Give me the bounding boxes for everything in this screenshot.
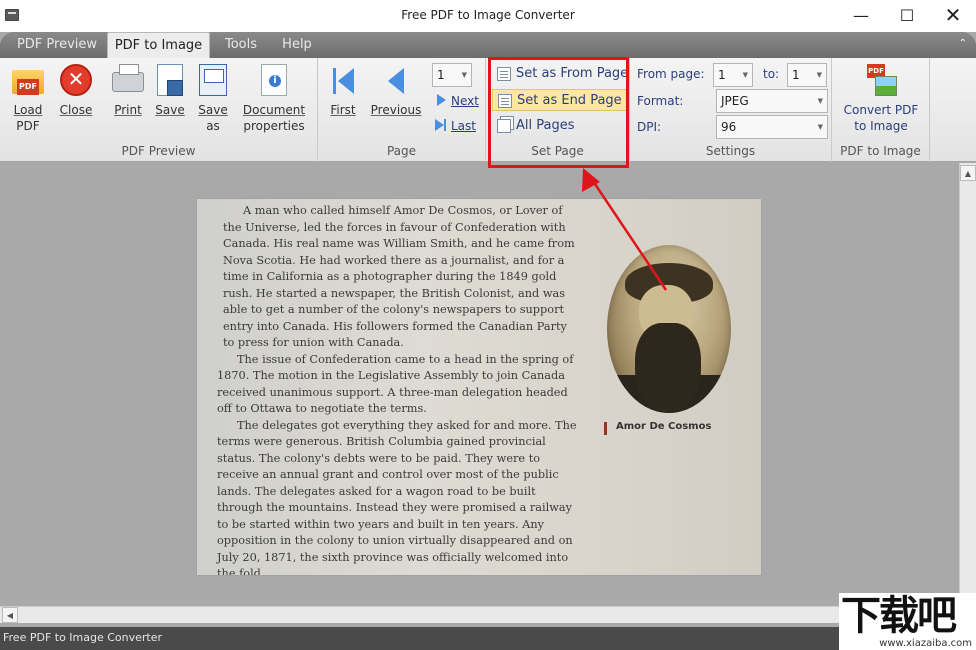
previous-page-icon: [380, 64, 412, 96]
to-page-select[interactable]: 1 ▼: [787, 63, 827, 87]
tab-pdf-to-image[interactable]: PDF to Image: [107, 32, 210, 58]
convert-pdf-to-image-button[interactable]: Convert PDF to Image: [838, 64, 924, 134]
group-pdf-preview: Load PDF ✕ Close Print Save Save as Docu…: [0, 58, 318, 162]
group-settings: From page: 1 ▼ to: 1 ▼ Format: JPEG ▼ DP…: [630, 58, 832, 162]
horizontal-scrollbar[interactable]: ◀: [0, 606, 959, 623]
last-page-icon: [434, 118, 448, 132]
document-info-icon: [258, 64, 290, 96]
format-label: Format:: [637, 94, 684, 108]
load-pdf-button[interactable]: Load PDF: [8, 64, 48, 134]
page-number-select[interactable]: 1 ▼: [432, 63, 472, 87]
preview-area[interactable]: A man who called himself Amor De Cosmos,…: [0, 163, 976, 623]
to-label: to:: [763, 67, 780, 81]
minimize-button[interactable]: —: [843, 4, 879, 26]
first-page-icon: [327, 64, 359, 96]
portrait-image: [607, 245, 731, 413]
maximize-button[interactable]: ☐: [889, 4, 925, 26]
ribbon-tab-strip: PDF Preview PDF to Image Tools Help ⌃: [0, 32, 976, 58]
window-title: Free PDF to Image Converter: [401, 8, 575, 22]
portrait-caption: Amor De Cosmos: [616, 421, 712, 432]
scroll-left-icon[interactable]: ◀: [2, 607, 18, 623]
dpi-label: DPI:: [637, 120, 662, 134]
chevron-down-icon: ▼: [742, 71, 748, 79]
print-button[interactable]: Print: [110, 64, 146, 118]
page-text: A man who called himself Amor De Cosmos,…: [217, 203, 577, 575]
tab-pdf-preview[interactable]: PDF Preview: [10, 32, 104, 58]
previous-page-button[interactable]: Previous: [368, 64, 424, 118]
last-page-button[interactable]: Last: [434, 115, 476, 137]
chevron-down-icon: ▼: [461, 71, 467, 79]
save-button[interactable]: Save: [152, 64, 188, 118]
chevron-down-icon: ▼: [817, 123, 823, 131]
from-page-select[interactable]: 1 ▼: [713, 63, 753, 87]
save-as-button[interactable]: Save as: [195, 64, 231, 134]
next-page-button[interactable]: Next: [434, 90, 479, 112]
save-as-icon: [197, 64, 229, 96]
title-bar: Free PDF to Image Converter — ☐ ✕: [0, 0, 976, 32]
status-text: Free PDF to Image Converter: [3, 631, 163, 644]
vertical-scrollbar[interactable]: ▲: [959, 163, 976, 606]
save-file-icon: [154, 64, 186, 96]
folder-pdf-icon: [12, 64, 44, 96]
close-pdf-button[interactable]: ✕ Close: [56, 64, 96, 118]
scroll-up-icon[interactable]: ▲: [960, 165, 976, 181]
close-red-icon: ✕: [60, 64, 92, 96]
group-page: First Previous 1 ▼ Next Last Page: [318, 58, 486, 162]
annotation-highlight-box: [488, 57, 629, 168]
group-label-settings: Settings: [705, 144, 756, 158]
chevron-down-icon: ▼: [816, 71, 822, 79]
collapse-ribbon-icon[interactable]: ⌃: [959, 38, 967, 49]
next-page-icon: [434, 93, 448, 107]
close-window-button[interactable]: ✕: [935, 3, 971, 27]
from-page-label: From page:: [637, 67, 705, 81]
printer-icon: [112, 64, 144, 96]
group-pdf-to-image: Convert PDF to Image PDF to Image: [832, 58, 930, 162]
tab-tools[interactable]: Tools: [216, 32, 266, 58]
watermark-logo: 下载吧 www.xiazaiba.com: [839, 593, 976, 650]
pdf-page-preview: A man who called himself Amor De Cosmos,…: [197, 199, 761, 575]
first-page-button[interactable]: First: [326, 64, 360, 118]
chevron-down-icon: ▼: [817, 97, 823, 105]
status-bar: Free PDF to Image Converter: [0, 627, 976, 650]
paragraph: The issue of Confederation came to a hea…: [217, 352, 574, 416]
convert-pdf-icon: [865, 64, 897, 96]
paragraph: A man who called himself Amor De Cosmos,…: [223, 204, 575, 349]
tab-help[interactable]: Help: [276, 32, 318, 58]
group-label-page: Page: [386, 144, 417, 158]
group-label-pdf-preview: PDF Preview: [121, 144, 196, 158]
document-properties-button[interactable]: Document properties: [240, 64, 308, 134]
paragraph: The delegates got everything they asked …: [217, 418, 577, 576]
format-select[interactable]: JPEG ▼: [716, 89, 828, 113]
group-label-pdf-to-image: PDF to Image: [840, 144, 921, 158]
dpi-select[interactable]: 96 ▼: [716, 115, 828, 139]
